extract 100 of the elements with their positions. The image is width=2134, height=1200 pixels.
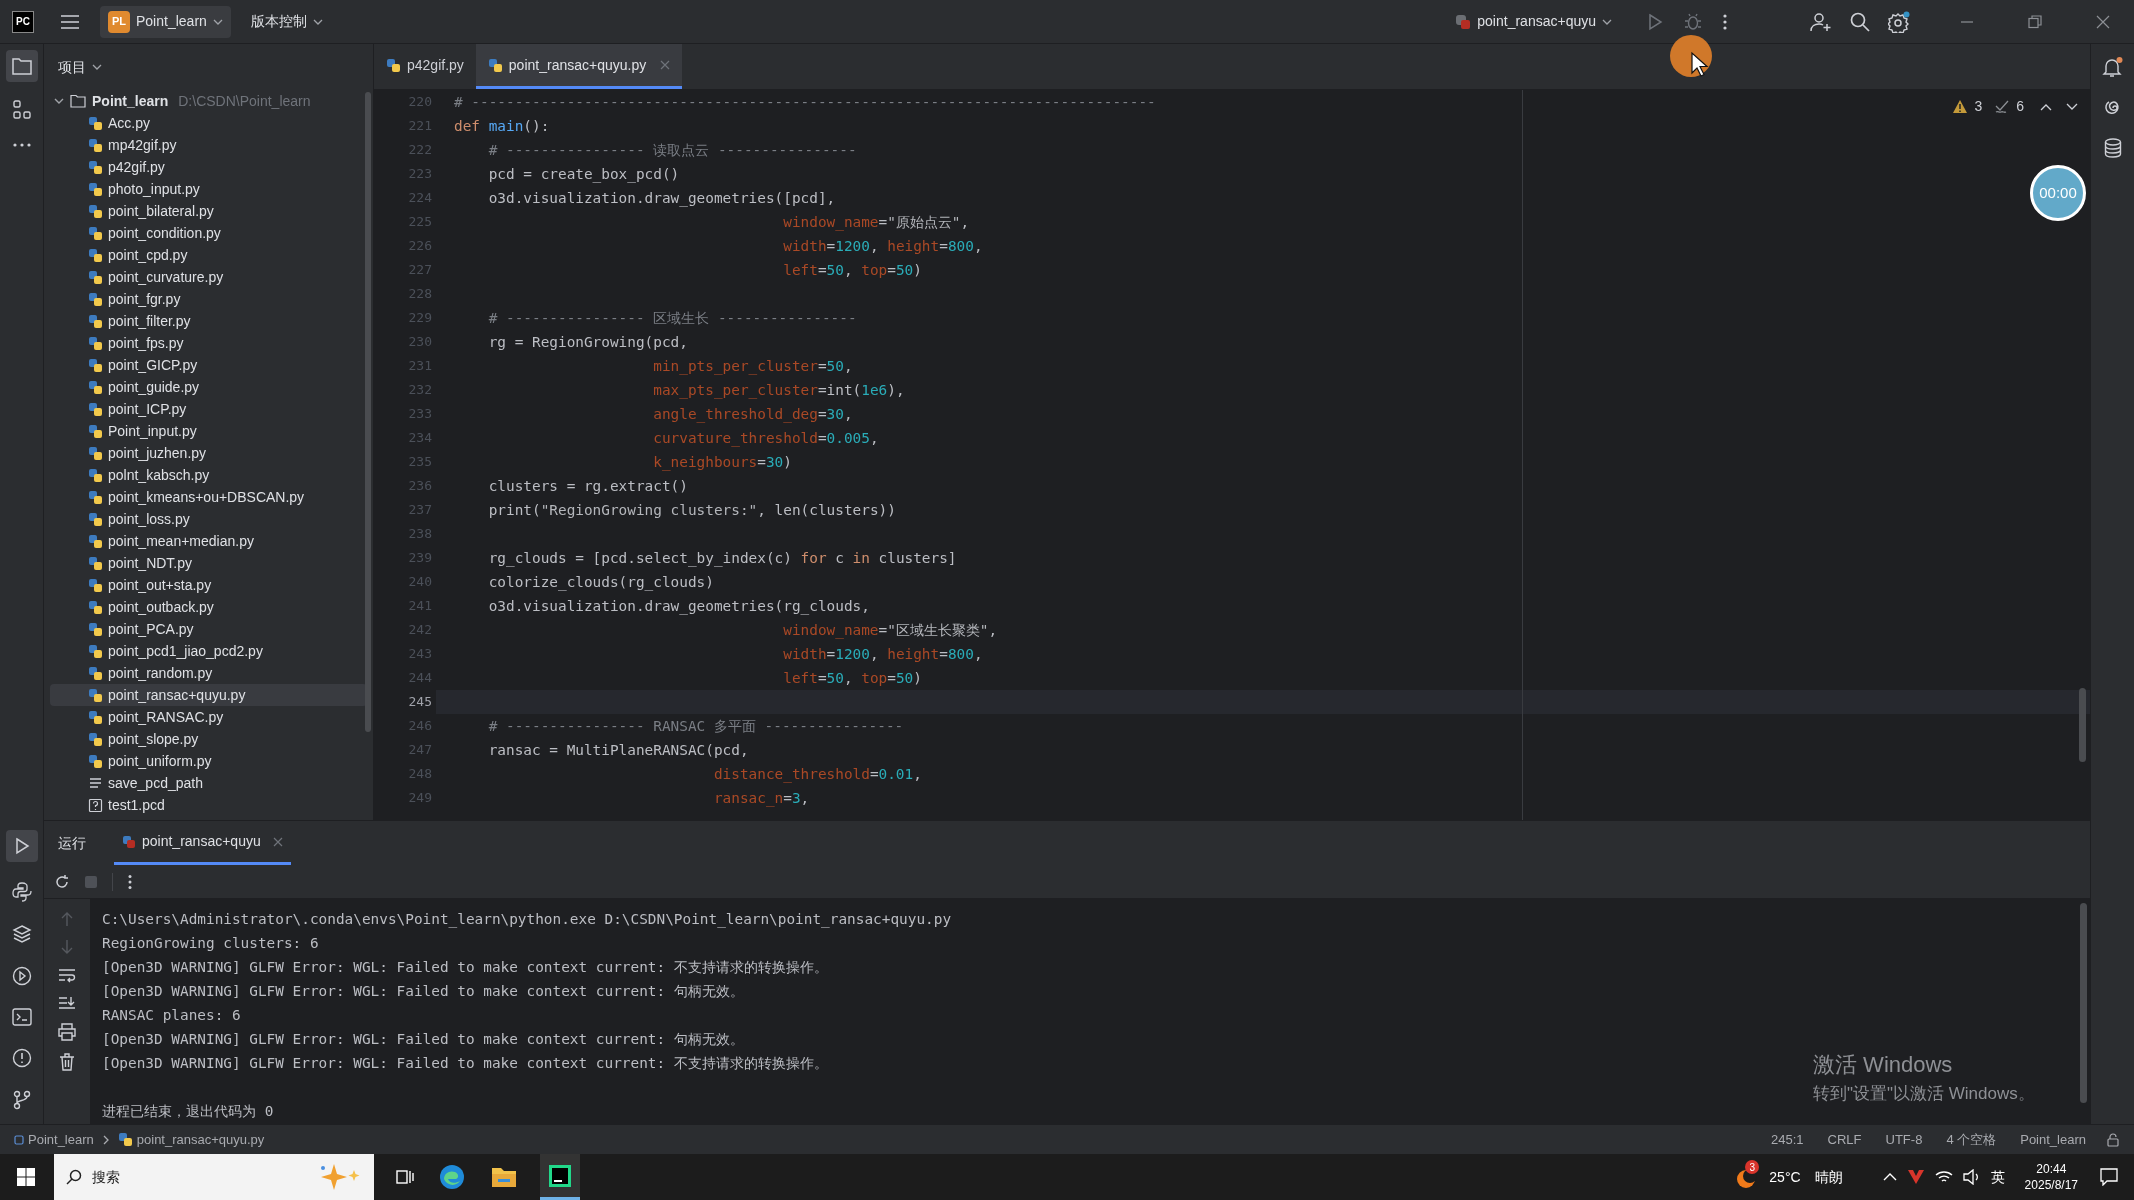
tree-item[interactable]: save_pcd_path	[50, 772, 367, 794]
tree-item[interactable]: point_loss.py	[50, 508, 367, 530]
tree-item[interactable]: polnt_kabsch.py	[50, 464, 367, 486]
tree-item[interactable]: photo_input.py	[50, 178, 367, 200]
warning-icon[interactable]	[1952, 99, 1969, 114]
speaker-icon[interactable]	[1962, 1169, 1981, 1185]
tree-item[interactable]: point_pcd1_jiao_pcd2.py	[50, 640, 367, 662]
scroll-to-end-icon[interactable]	[58, 995, 76, 1011]
windows-start-icon[interactable]	[16, 1167, 36, 1187]
weak-warning-count[interactable]: 6	[2016, 96, 2024, 117]
tree-item[interactable]: point_filter.py	[50, 310, 367, 332]
run-configuration[interactable]: point_ransac+quyu	[1449, 5, 1618, 38]
menu-icon[interactable]	[60, 13, 80, 30]
close-icon[interactable]	[272, 836, 283, 847]
clock-date[interactable]: 2025/8/17	[2024, 1177, 2078, 1193]
more-icon[interactable]	[1722, 12, 1728, 31]
search-bar[interactable]: 搜索	[54, 1154, 374, 1200]
layers-icon[interactable]	[11, 924, 32, 944]
chevron-up-icon[interactable]	[2040, 102, 2052, 111]
tree-item[interactable]: point_NDT.py	[50, 552, 367, 574]
warning-count[interactable]: 3	[1974, 96, 1983, 117]
lock-icon[interactable]	[2106, 1132, 2120, 1147]
tree-item[interactable]: point_fgr.py	[50, 288, 367, 310]
structure-icon[interactable]	[11, 100, 32, 120]
task-view-icon[interactable]	[396, 1168, 414, 1186]
terminal-icon[interactable]	[11, 1008, 32, 1026]
bug-icon[interactable]	[1684, 12, 1702, 31]
app-logo[interactable]: PC	[12, 10, 34, 33]
tree-item[interactable]: point_ICP.py	[50, 398, 367, 420]
run-tab[interactable]: point_ransac+quyu	[114, 821, 291, 865]
tree-item[interactable]: point_curvature.py	[50, 266, 367, 288]
notification-bell-icon[interactable]	[2101, 56, 2124, 78]
tree-item[interactable]: point_fps.py	[50, 332, 367, 354]
more-icon[interactable]	[127, 873, 133, 890]
tree-item[interactable]: point_slope.py	[50, 728, 367, 750]
tree-item[interactable]: point_uniform.py	[50, 750, 367, 772]
tree-item[interactable]: point_GICP.py	[50, 354, 367, 376]
run-tool-button[interactable]	[5, 830, 38, 862]
file-encoding[interactable]: UTF-8	[1877, 1129, 1931, 1150]
input-method[interactable]: 英	[1990, 1166, 2005, 1188]
tree-item[interactable]: p42gif.py	[50, 156, 367, 178]
run-icon[interactable]	[1646, 12, 1664, 31]
rerun-icon[interactable]	[54, 873, 70, 890]
python-interpreter[interactable]: Point_learn	[2012, 1129, 2094, 1150]
tree-item[interactable]: point_outback.py	[50, 596, 367, 618]
weak-warning-icon[interactable]	[1994, 99, 2011, 114]
soft-wrap-icon[interactable]	[58, 967, 76, 983]
tree-item[interactable]: Point_input.py	[50, 420, 367, 442]
tree-item[interactable]: point_mean+median.py	[50, 530, 367, 552]
notification-center-icon[interactable]	[2100, 1168, 2118, 1186]
folder-icon[interactable]	[490, 1165, 518, 1189]
breadcrumb[interactable]: Point_learn	[14, 1129, 94, 1150]
tree-item[interactable]: point_cpd.py	[50, 244, 367, 266]
restore-icon[interactable]	[2028, 14, 2042, 29]
project-selector[interactable]: PL Point_learn	[100, 5, 231, 38]
pycharm-taskbar-button[interactable]	[540, 1154, 580, 1200]
tree-item[interactable]: point_bilateral.py	[50, 200, 367, 222]
project-tool-button[interactable]	[5, 50, 38, 82]
problems-icon[interactable]	[11, 1048, 32, 1068]
tree-item[interactable]: point_ransac+quyu.py	[50, 684, 367, 706]
services-icon[interactable]	[11, 966, 32, 986]
scrollbar-thumb[interactable]	[2079, 688, 2086, 762]
tree-item[interactable]: point_condition.py	[50, 222, 367, 244]
scrollbar-thumb[interactable]	[365, 92, 371, 732]
cursor-position[interactable]: 245:1	[1763, 1129, 1812, 1150]
tree-item[interactable]: test1.pcd	[50, 794, 367, 816]
tree-item[interactable]: point_kmeans+ou+DBSCAN.py	[50, 486, 367, 508]
database-icon[interactable]	[2103, 138, 2122, 158]
close-icon[interactable]	[2096, 14, 2110, 29]
antivirus-icon[interactable]	[1906, 1169, 1925, 1185]
tree-item[interactable]: point_RANSAC.py	[50, 706, 367, 728]
breadcrumb[interactable]: point_ransac+quyu.py	[117, 1129, 265, 1150]
tree-item[interactable]: mp42gif.py	[50, 134, 367, 156]
settings-icon[interactable]	[1888, 10, 1910, 33]
print-icon[interactable]	[58, 1023, 76, 1041]
clock-time[interactable]: 20:44	[2036, 1161, 2067, 1177]
code-line: width=1200, height=800,	[782, 237, 983, 256]
tree-item[interactable]: point_PCA.py	[50, 618, 367, 640]
vcs-menu[interactable]: 版本控制	[244, 5, 329, 38]
more-icon[interactable]	[11, 142, 32, 148]
tree-item[interactable]: Acc.py	[50, 112, 367, 134]
trash-icon[interactable]	[59, 1053, 75, 1071]
editor-tab[interactable]: p42gif.py	[374, 44, 476, 89]
scrollbar-thumb[interactable]	[2080, 903, 2087, 1103]
chevron-down-icon[interactable]	[54, 96, 64, 106]
browser-icon[interactable]	[438, 1163, 466, 1191]
editor-tab[interactable]: point_ransac+quyu.py	[475, 44, 683, 89]
tree-item[interactable]: point_out+sta.py	[50, 574, 367, 596]
tree-item[interactable]: point_random.py	[50, 662, 367, 684]
line-separator[interactable]: CRLF	[1819, 1129, 1870, 1150]
python-console-icon[interactable]	[11, 882, 32, 902]
search-icon[interactable]	[1850, 11, 1870, 32]
tree-item[interactable]: point_juzhen.py	[50, 442, 367, 464]
search-field[interactable]: 搜索	[92, 1154, 306, 1200]
indent-setting[interactable]: 4 个空格	[1938, 1129, 2005, 1150]
tree-item[interactable]: point_guide.py	[50, 376, 367, 398]
chevron-down-icon[interactable]	[2066, 102, 2078, 111]
git-branch-icon[interactable]	[12, 1090, 31, 1110]
project-view-selector[interactable]: 项目	[58, 56, 102, 78]
add-user-icon[interactable]	[1810, 11, 1832, 32]
